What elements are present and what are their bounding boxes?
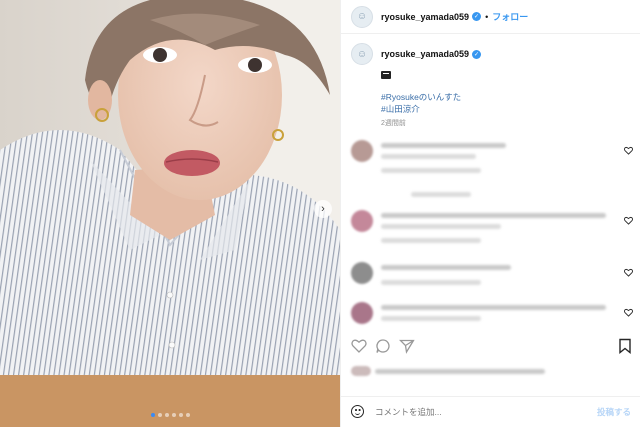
like-comment-heart-icon[interactable] [624,268,633,277]
slide-dot [185,413,190,417]
avatar-figure-icon: ☺ [356,11,368,22]
blurred-comment-text [381,316,481,321]
blurred-likes-text[interactable] [375,369,545,374]
comment-bubble-icon[interactable] [375,338,391,354]
comment-input[interactable] [375,404,575,420]
blurred-comment-meta [381,238,481,243]
avatar[interactable] [351,302,373,324]
post-timestamp: 2週間前 [381,120,406,127]
instagram-post-view: › ☺ ryosuke_yamada059 ✓ • フォロー ☺ ryosuke… [0,0,640,427]
caption-username[interactable]: ryosuke_yamada059 [381,49,469,59]
blurred-comment-meta [381,168,481,173]
avatar[interactable] [351,262,373,284]
blurred-comment-text [381,154,476,159]
blurred-comment-text [381,213,606,218]
blurred-comment-text [381,224,501,229]
avatar[interactable] [351,210,373,232]
slide-indicator [0,413,340,417]
blurred-replies-link[interactable] [411,192,471,197]
hashtag-link[interactable]: #山田涼介 [381,103,420,115]
slide-dot [164,413,169,417]
slide-dot [157,413,162,417]
slide-dot [150,413,155,417]
blurred-comment-text [381,265,511,270]
comment-item [351,140,640,174]
comment-item [351,262,640,296]
selfie-image [0,0,340,427]
avatar[interactable] [351,140,373,162]
post-photo[interactable]: › [0,0,340,427]
clapper-board-icon [381,71,391,79]
like-heart-icon[interactable] [351,338,367,354]
avatar[interactable]: ☺ [351,43,373,65]
post-comment-button[interactable]: 投稿する [597,406,631,418]
like-comment-heart-icon[interactable] [624,308,633,317]
save-bookmark-icon[interactable] [617,338,633,354]
blurred-comment-text [381,305,606,310]
slide-dot [178,413,183,417]
slide-dot [171,413,176,417]
header-username[interactable]: ryosuke_yamada059 [381,12,469,22]
post-caption: ☺ ryosuke_yamada059 ✓ #Ryosukeのいんすた #山田涼… [351,43,631,127]
blurred-comment-meta [381,280,481,285]
like-comment-heart-icon[interactable] [624,216,633,225]
header-separator: • [485,11,489,22]
action-bar [341,338,640,360]
comment-composer: 投稿する [341,396,640,427]
hashtag-link[interactable]: #Ryosukeのいんすた [381,91,461,103]
post-header: ☺ ryosuke_yamada059 ✓ • フォロー [341,0,640,34]
emoji-smile-icon[interactable] [351,405,364,418]
comment-item [351,210,640,244]
blurred-comment-text [381,143,506,148]
avatar-figure-icon: ☺ [356,48,368,60]
share-send-icon[interactable] [399,338,415,354]
verified-badge-icon: ✓ [472,49,482,59]
like-comment-heart-icon[interactable] [624,146,633,155]
next-slide-button[interactable]: › [314,200,332,218]
post-side-panel: ☺ ryosuke_yamada059 ✓ • フォロー ☺ ryosuke_y… [340,0,640,427]
liked-by-avatars[interactable] [351,366,371,376]
verified-badge-icon: ✓ [472,12,482,21]
comment-item [351,302,640,336]
avatar[interactable]: ☺ [351,5,373,28]
follow-button[interactable]: フォロー [492,10,528,23]
